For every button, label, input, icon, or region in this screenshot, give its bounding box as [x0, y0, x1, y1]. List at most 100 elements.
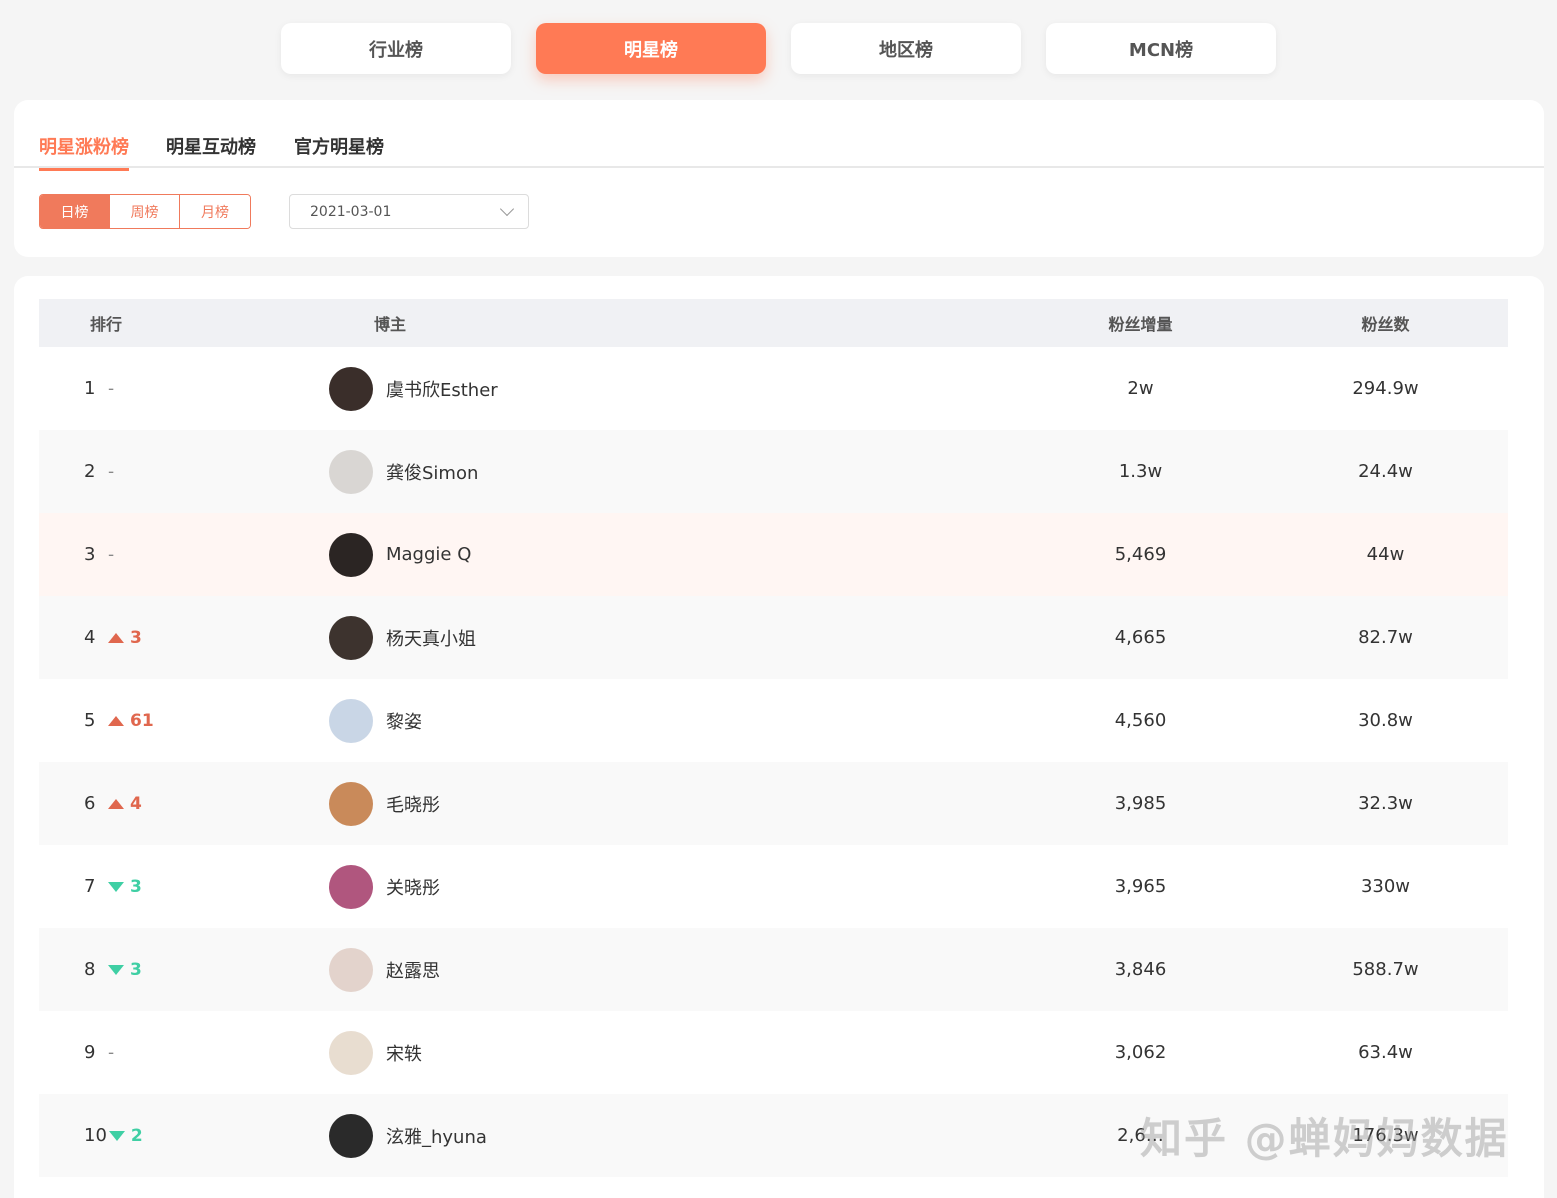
fans-increase-cell: 3,965: [1114, 876, 1167, 897]
fans-increase-cell: 3,985: [1114, 793, 1167, 814]
avatar[interactable]: [329, 532, 373, 577]
table-row[interactable]: 9- 宋轶 3,062 63.4w: [39, 1011, 1508, 1094]
rank-change: 61: [108, 711, 154, 731]
blogger-name[interactable]: 毛晓彤: [386, 791, 440, 817]
period-daily-button[interactable]: 日榜: [40, 195, 110, 228]
header-blogger: 博主: [374, 315, 407, 334]
period-selector: 日榜 周榜 月榜: [39, 194, 251, 229]
header-rank: 排行: [90, 315, 123, 334]
rank-number: 9: [84, 1042, 96, 1063]
table-row[interactable]: 6 4 毛晓彤 3,985 32.3w: [39, 762, 1508, 845]
fans-increase-cell: 4,560: [1114, 710, 1167, 731]
tab-official-star[interactable]: 官方明星榜: [294, 133, 384, 159]
fans-increase-cell: 5,469: [1114, 544, 1167, 565]
fans-count-cell: 30.8w: [1358, 710, 1413, 731]
period-monthly-button[interactable]: 月榜: [180, 195, 250, 228]
tab-star-fans-growth[interactable]: 明星涨粉榜: [39, 133, 129, 171]
table-row[interactable]: 4 3 杨天真小姐 4,665 82.7w: [39, 596, 1508, 679]
blogger-cell[interactable]: 赵露思: [329, 928, 440, 1011]
fans-count-cell: 82.7w: [1358, 627, 1413, 648]
blogger-cell[interactable]: 虞书欣Esther: [329, 347, 498, 430]
blogger-name[interactable]: 龚俊Simon: [386, 459, 478, 485]
blogger-name[interactable]: 关晓彤: [386, 874, 440, 900]
period-weekly-button[interactable]: 周榜: [110, 195, 180, 228]
rank-change: 2: [108, 1126, 143, 1146]
fans-increase-cell: 4,665: [1114, 627, 1167, 648]
blogger-name[interactable]: 宋轶: [386, 1040, 422, 1066]
table-row[interactable]: 3- Maggie Q 5,469 44w: [39, 513, 1508, 596]
blogger-cell[interactable]: 毛晓彤: [329, 762, 440, 845]
tab-mcn-rank[interactable]: MCN榜: [1046, 23, 1276, 74]
table-row[interactable]: 1- 虞书欣Esther 2w 294.9w: [39, 347, 1508, 430]
ranking-table: 排行 博主 粉丝增量 粉丝数 1- 虞书欣Esther 2w 294.9w 2- 龚俊Si…: [14, 276, 1544, 1198]
blogger-cell[interactable]: Maggie Q: [329, 513, 471, 596]
fans-increase-cell: 3,062: [1114, 1042, 1167, 1063]
header-fans-count[interactable]: 粉丝数: [1318, 299, 1453, 347]
blogger-cell[interactable]: 宋轶: [329, 1011, 422, 1094]
rank-cell: 10 2: [84, 1094, 143, 1177]
rank-number: 4: [84, 627, 96, 648]
rank-number: 8: [84, 959, 96, 980]
table-row[interactable]: 7 3 关晓彤 3,965 330w: [39, 845, 1508, 928]
blogger-name[interactable]: 泫雅_hyuna: [386, 1123, 487, 1149]
rank-cell: 3-: [84, 513, 114, 596]
chevron-down-icon: [499, 201, 515, 216]
tab-star-interaction[interactable]: 明星互动榜: [166, 133, 256, 159]
avatar[interactable]: [329, 698, 373, 743]
tab-industry-rank[interactable]: 行业榜: [281, 23, 511, 74]
blogger-name[interactable]: 虞书欣Esther: [386, 376, 498, 402]
blogger-cell[interactable]: 龚俊Simon: [329, 430, 478, 513]
rank-number: 10: [84, 1125, 107, 1146]
sub-tab-bar: 明星涨粉榜 明星互动榜 官方明星榜: [14, 100, 1544, 171]
table-row[interactable]: 2- 龚俊Simon 1.3w 24.4w: [39, 430, 1508, 513]
rank-change: 4: [108, 794, 142, 814]
date-select[interactable]: 2021-03-01: [289, 194, 529, 229]
rank-cell: 5 61: [84, 679, 154, 762]
blogger-cell[interactable]: 杨天真小姐: [329, 596, 476, 679]
rank-change: -: [108, 1042, 115, 1063]
header-fans-increase[interactable]: 粉丝增量: [1073, 299, 1208, 347]
rank-cell: 64: [84, 762, 142, 845]
tab-region-rank[interactable]: 地区榜: [791, 23, 1021, 74]
fans-count-cell: 330w: [1360, 876, 1411, 897]
fans-count-cell: 588.7w: [1352, 959, 1419, 980]
fans-count-cell: 32.3w: [1358, 793, 1413, 814]
blogger-cell[interactable]: 黎姿: [329, 679, 422, 762]
rank-up-icon: [108, 715, 124, 726]
blogger-name[interactable]: Maggie Q: [386, 544, 471, 565]
rank-cell: 73: [84, 845, 142, 928]
rank-change: -: [108, 544, 115, 565]
blogger-name[interactable]: 赵露思: [386, 957, 440, 983]
blogger-cell[interactable]: 泫雅_hyuna: [329, 1094, 487, 1177]
blogger-cell[interactable]: 关晓彤: [329, 845, 440, 928]
avatar[interactable]: [329, 366, 373, 411]
watermark: 知乎 @蝉妈妈数据: [1140, 1114, 1509, 1163]
table-row[interactable]: 8 3 赵露思 3,846 588.7w: [39, 928, 1508, 1011]
avatar[interactable]: [329, 1030, 373, 1075]
rank-number: 2: [84, 461, 96, 482]
avatar[interactable]: [329, 615, 373, 660]
rank-change: -: [108, 461, 115, 482]
avatar[interactable]: [329, 449, 373, 494]
tab-star-rank[interactable]: 明星榜: [536, 23, 766, 74]
avatar[interactable]: [329, 947, 373, 992]
table-body: 1- 虞书欣Esther 2w 294.9w 2- 龚俊Simon 1.3w 24.4w 3- M…: [39, 347, 1508, 1177]
fans-count-cell: 44w: [1366, 544, 1405, 565]
fans-increase-cell: 1.3w: [1118, 461, 1163, 482]
avatar[interactable]: [329, 864, 373, 909]
fans-count-cell: 63.4w: [1358, 1042, 1413, 1063]
rank-cell: 2-: [84, 430, 114, 513]
fans-increase-cell: 2w: [1127, 378, 1154, 399]
fans-increase-cell: 3,846: [1114, 959, 1167, 980]
avatar[interactable]: [329, 781, 373, 826]
fans-count-cell: 24.4w: [1358, 461, 1413, 482]
blogger-name[interactable]: 杨天真小姐: [386, 625, 476, 651]
rank-number: 5: [84, 710, 96, 731]
blogger-name[interactable]: 黎姿: [386, 708, 422, 734]
avatar[interactable]: [329, 1113, 373, 1158]
table-row[interactable]: 5 61 黎姿 4,560 30.8w: [39, 679, 1508, 762]
rank-number: 6: [84, 793, 96, 814]
rank-down-icon: [108, 881, 124, 892]
filter-panel: 明星涨粉榜 明星互动榜 官方明星榜 日榜 周榜 月榜 2021-03-01: [14, 100, 1544, 257]
rank-cell: 1-: [84, 347, 114, 430]
